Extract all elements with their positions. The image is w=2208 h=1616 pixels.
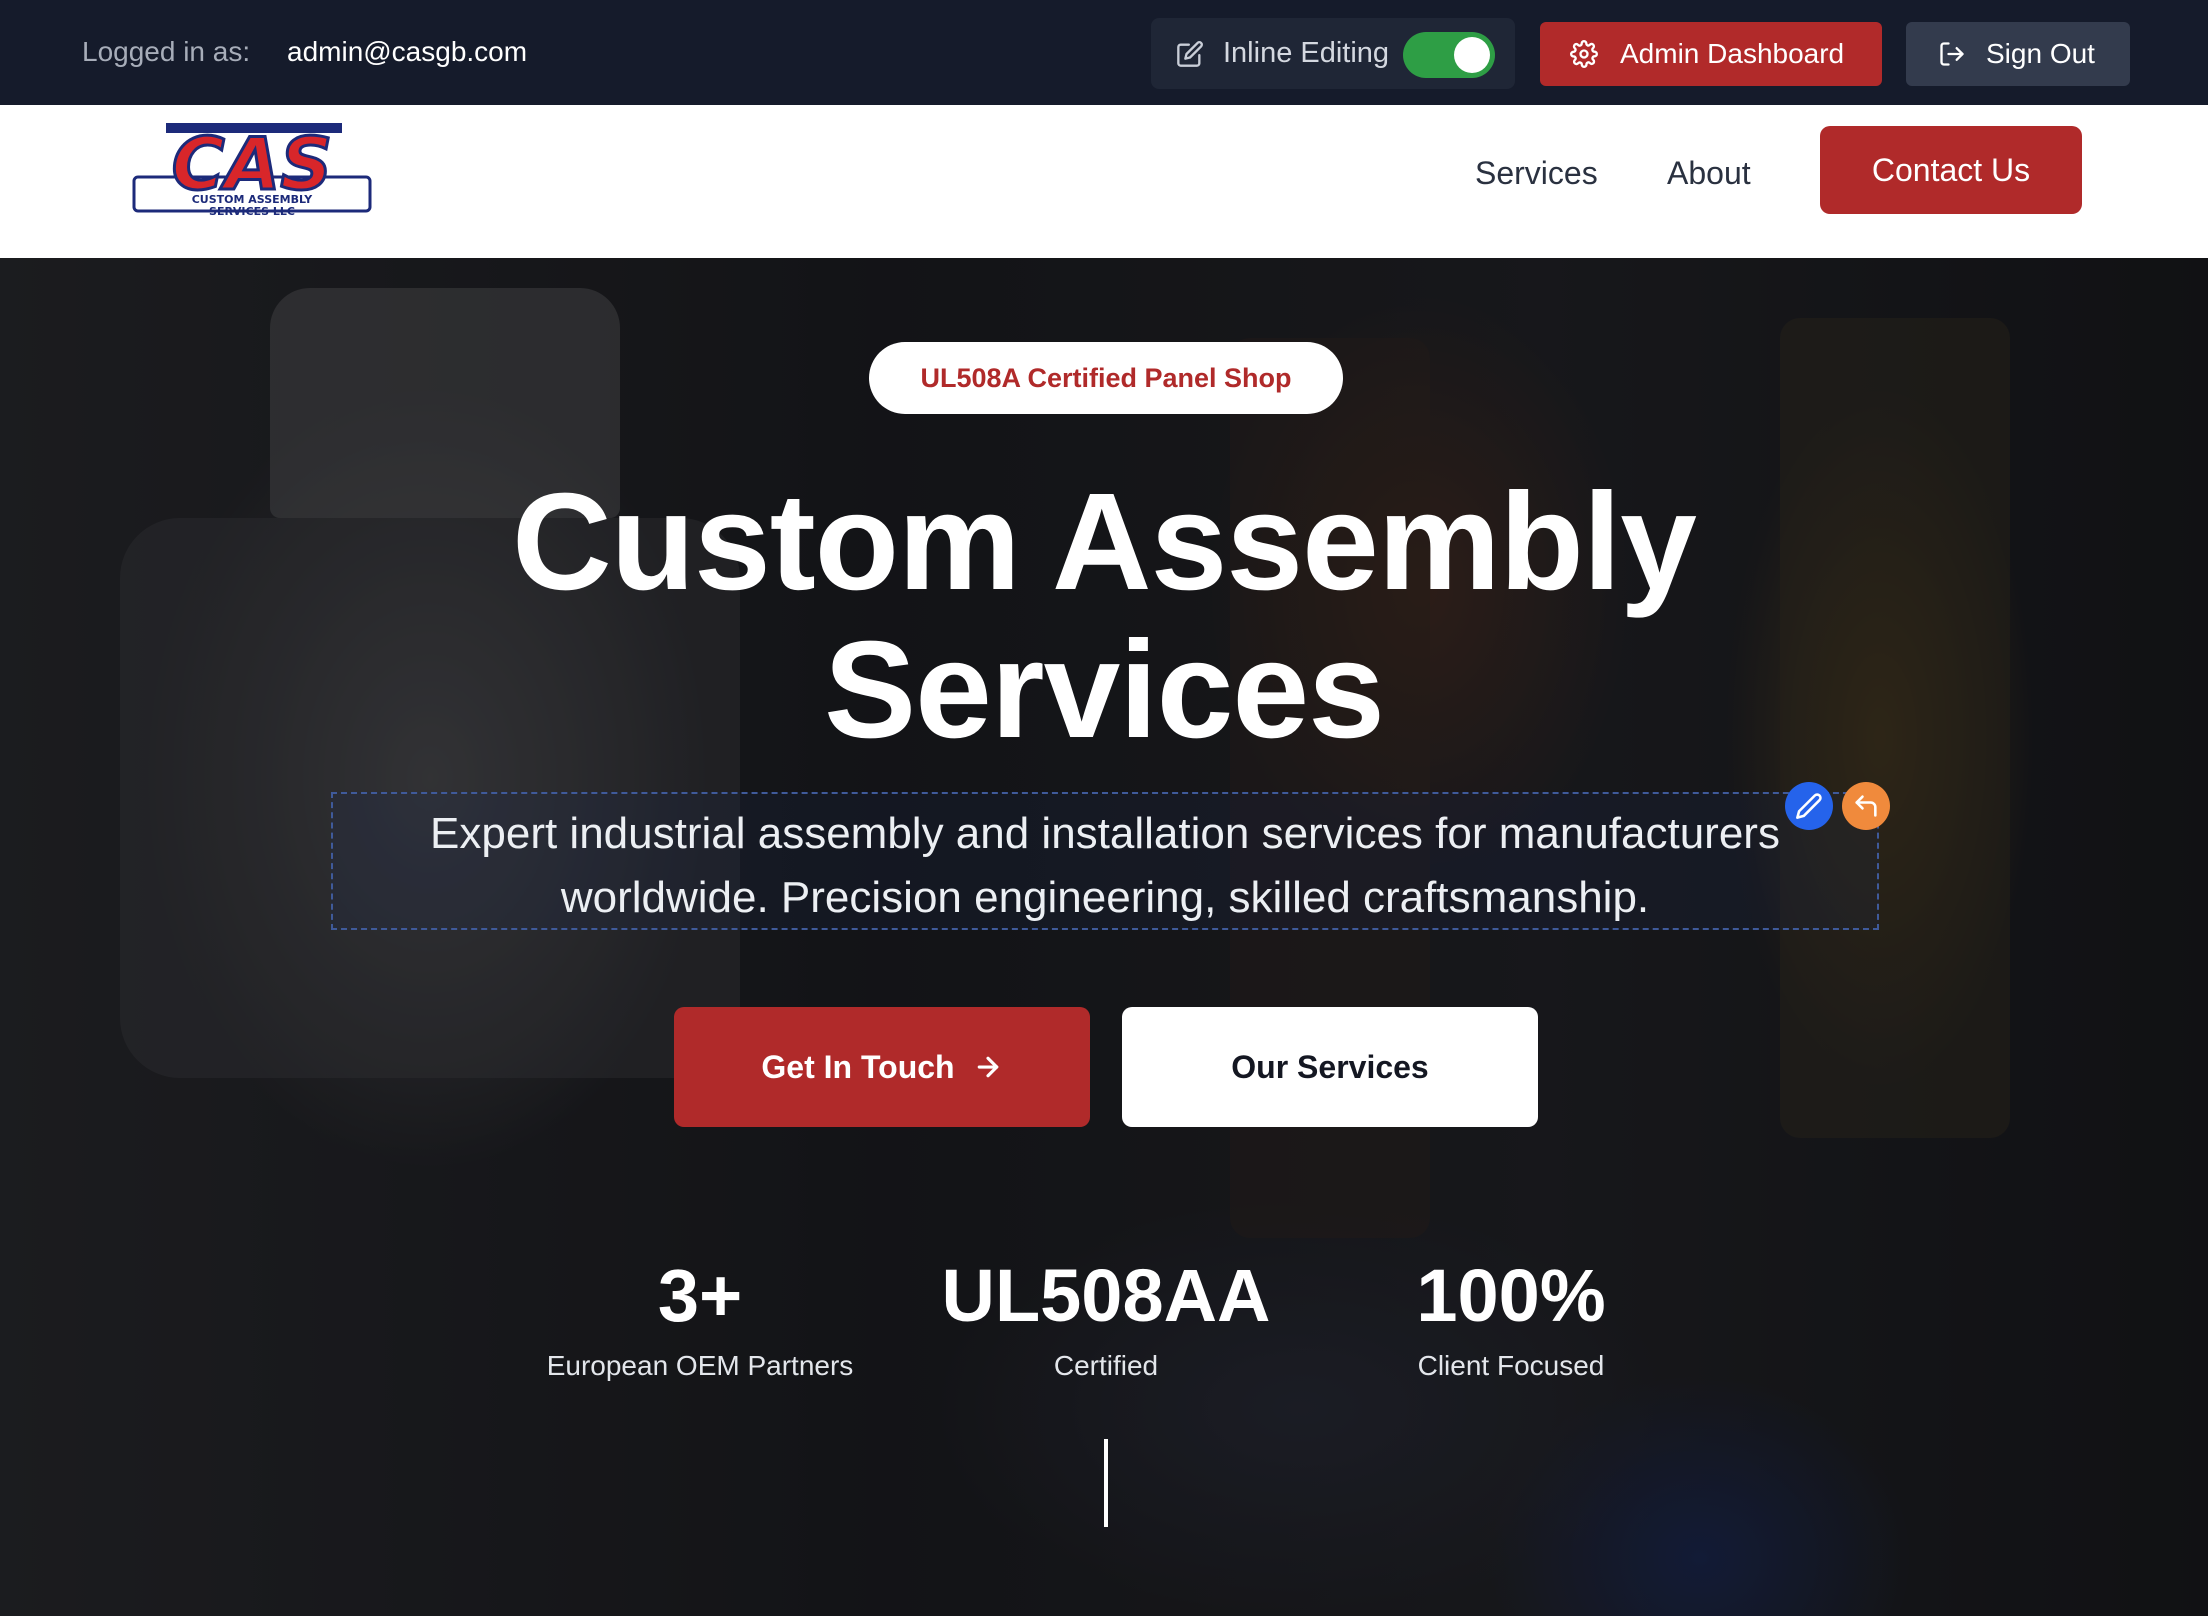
undo-button[interactable]: [1842, 782, 1890, 830]
stat-certified: UL508AA Certified: [906, 1254, 1306, 1382]
inline-editing-toggle[interactable]: [1403, 32, 1495, 78]
hero-overlay: [0, 258, 2208, 1616]
hero-subtitle-line-1: Expert industrial assembly and installat…: [430, 809, 1780, 858]
undo-icon: [1855, 795, 1877, 817]
sign-out-icon: [1940, 42, 1964, 66]
inline-editing-control[interactable]: Inline Editing: [1151, 18, 1515, 89]
pencil-icon: [1796, 793, 1822, 819]
stat-value: UL508AA: [941, 1254, 1271, 1337]
stat-value: 100%: [1416, 1254, 1606, 1337]
sign-out-button[interactable]: Sign Out: [1906, 22, 2130, 86]
hero-title: Custom Assembly Services: [0, 468, 2208, 764]
certification-badge: UL508A Certified Panel Shop: [869, 342, 1343, 414]
logged-in-label: Logged in as:: [82, 36, 251, 67]
toggle-knob: [1454, 37, 1490, 73]
edit-pencil-button[interactable]: [1785, 782, 1833, 830]
get-in-touch-label: Get In Touch: [761, 1048, 955, 1085]
nav-link-about[interactable]: About: [1667, 155, 1751, 192]
hero-title-line-1: Custom Assembly: [512, 465, 1697, 619]
hero-subtitle[interactable]: Expert industrial assembly and installat…: [331, 802, 1879, 930]
stat-label: European OEM Partners: [546, 1350, 854, 1381]
stat-client-focused: 100% Client Focused: [1311, 1254, 1711, 1382]
get-in-touch-button[interactable]: Get In Touch: [674, 1007, 1090, 1127]
edit-icon: [1177, 41, 1203, 67]
admin-dashboard-label: Admin Dashboard: [1620, 38, 1845, 69]
our-services-button[interactable]: Our Services: [1122, 1007, 1538, 1127]
inline-editing-label: Inline Editing: [1223, 37, 1390, 69]
stat-value: 3+: [657, 1254, 743, 1337]
svg-text:SERVICES LLC: SERVICES LLC: [209, 205, 295, 218]
cas-logo[interactable]: CAS CUSTOM ASSEMBLY SERVICES LLC: [128, 119, 376, 225]
main-navbar: CAS CUSTOM ASSEMBLY SERVICES LLC Service…: [0, 105, 2208, 258]
arrow-right-icon: [977, 1056, 998, 1078]
stat-oem-partners: 3+ European OEM Partners: [500, 1254, 900, 1382]
hero-title-line-2: Services: [824, 613, 1385, 767]
contact-us-button[interactable]: Contact Us: [1820, 126, 2082, 214]
nav-link-services[interactable]: Services: [1475, 155, 1598, 192]
gear-icon: [1570, 40, 1598, 68]
admin-dashboard-button[interactable]: Admin Dashboard: [1540, 22, 1882, 86]
stat-label: Certified: [1053, 1350, 1159, 1381]
hero-section: UL508A Certified Panel Shop Custom Assem…: [0, 258, 2208, 1616]
hero-subtitle-line-2: worldwide. Precision engineering, skille…: [560, 873, 1650, 922]
sign-out-label: Sign Out: [1986, 38, 2095, 69]
stat-label: Client Focused: [1417, 1350, 1605, 1381]
admin-bar: Logged in as: admin@casgb.com Inline Edi…: [0, 0, 2208, 105]
scroll-indicator: [1104, 1439, 1108, 1527]
user-email: admin@casgb.com: [287, 36, 528, 67]
